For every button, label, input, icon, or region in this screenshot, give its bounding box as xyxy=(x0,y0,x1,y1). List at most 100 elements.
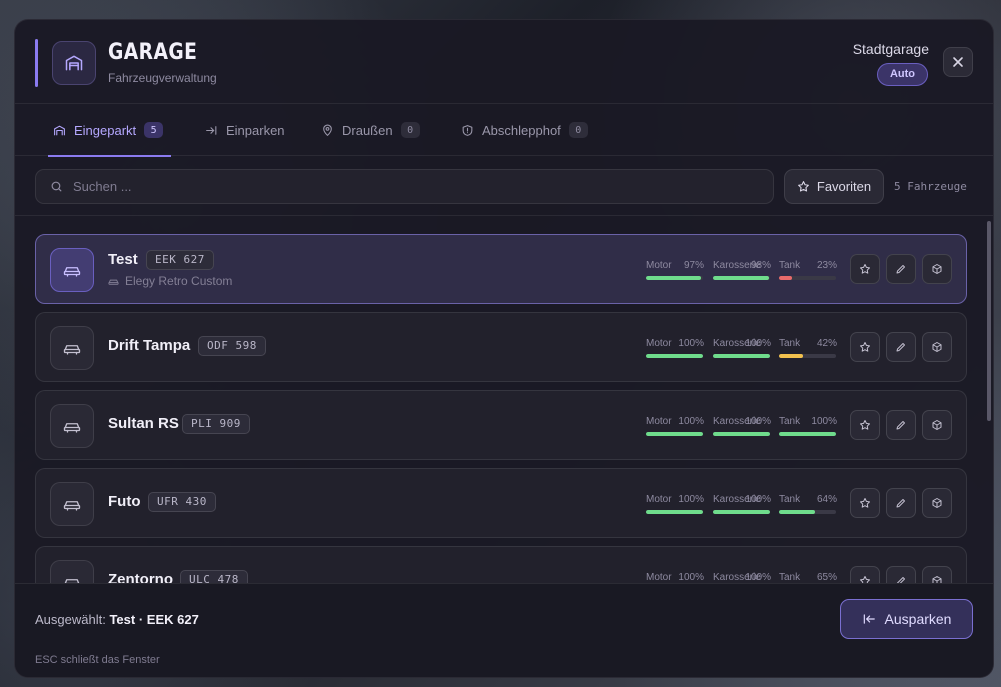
tab-draussen[interactable]: Draußen 0 xyxy=(321,104,420,156)
star-icon xyxy=(860,498,870,508)
favorites-button[interactable]: Favoriten xyxy=(784,169,884,204)
car-icon xyxy=(50,404,94,448)
vehicle-name: Sultan RS xyxy=(108,415,179,432)
car-icon xyxy=(50,326,94,370)
accent-bar xyxy=(35,39,38,87)
unpark-icon xyxy=(863,614,875,624)
stat-bar xyxy=(646,276,703,280)
details-button[interactable] xyxy=(922,566,952,583)
keyboard-hint: ESC schließt das Fenster xyxy=(35,654,160,666)
license-plate: UFR 430 xyxy=(148,492,216,512)
stat-bar xyxy=(713,276,770,280)
stat-tank: Tank 100% xyxy=(779,391,837,461)
garage-name: Stadtgarage xyxy=(852,41,929,57)
rename-button[interactable] xyxy=(886,332,916,362)
vehicle-model-label: Elegy Retro Custom xyxy=(125,274,233,288)
tab-eingeparkt[interactable]: Eingeparkt 5 xyxy=(48,104,171,157)
vehicle-row[interactable]: Zentorno ULC 478 Motor 100% Karosserie 100% Ta… xyxy=(35,546,967,583)
stat-tank: Tank 23% xyxy=(779,235,837,305)
star-icon xyxy=(860,576,870,583)
stat-value: 98% xyxy=(750,260,771,271)
details-button[interactable] xyxy=(922,332,952,362)
unpark-button[interactable]: Ausparken xyxy=(840,599,973,639)
selection-summary: Ausgewählt: Test · EEK 627 xyxy=(35,612,199,627)
rename-button[interactable] xyxy=(886,566,916,583)
stat-value: 100% xyxy=(678,416,704,427)
favorite-button[interactable] xyxy=(850,332,880,362)
pencil-icon xyxy=(896,265,905,274)
tab-abschlepphof[interactable]: Abschlepphof 0 xyxy=(461,104,588,156)
search-input[interactable] xyxy=(73,179,753,194)
rename-button[interactable] xyxy=(886,488,916,518)
stat-value: 100% xyxy=(678,572,704,583)
stat-tank: Tank 42% xyxy=(779,313,837,383)
filter-bar: Favoriten 5 Fahrzeuge xyxy=(15,156,993,216)
stat-label: Motor xyxy=(646,260,672,271)
rename-button[interactable] xyxy=(886,254,916,284)
stat-label: Motor xyxy=(646,416,672,427)
car-icon xyxy=(50,560,94,583)
page-subtitle: Fahrzeugverwaltung xyxy=(108,71,217,85)
stat-value: 100% xyxy=(678,494,704,505)
stat-bar xyxy=(646,354,703,358)
stat-motor: Motor 100% xyxy=(646,547,704,583)
vehicle-list: Test EEK 627 Elegy Retro Custom Motor 97% Kar… xyxy=(15,217,993,583)
stat-label: Motor xyxy=(646,572,672,583)
stat-bar xyxy=(646,432,703,436)
stat-label: Tank xyxy=(779,494,801,505)
map-pin-icon xyxy=(323,124,332,136)
stat-bar-fill xyxy=(779,510,816,514)
stat-body: Karosserie 100% xyxy=(713,313,771,383)
stat-bar-fill xyxy=(646,510,703,514)
stat-value: 42% xyxy=(816,338,837,349)
stat-bar-fill xyxy=(646,354,703,358)
details-button[interactable] xyxy=(922,488,952,518)
vehicle-name: Futo xyxy=(108,493,141,510)
stat-bar xyxy=(646,510,703,514)
stat-label: Tank xyxy=(779,260,801,271)
scrollbar-thumb[interactable] xyxy=(987,221,991,421)
box-icon xyxy=(932,576,942,583)
favorite-button[interactable] xyxy=(850,566,880,583)
favorite-button[interactable] xyxy=(850,410,880,440)
stat-bar xyxy=(713,510,770,514)
close-icon xyxy=(953,57,963,67)
stat-tank: Tank 65% xyxy=(779,547,837,583)
stat-value: 23% xyxy=(816,260,837,271)
vehicle-row[interactable]: Drift Tampa ODF 598 Motor 100% Karosserie 100… xyxy=(35,312,967,382)
details-button[interactable] xyxy=(922,410,952,440)
garage-window: GARAGE Fahrzeugverwaltung Stadtgarage Au… xyxy=(14,19,994,678)
stat-motor: Motor 100% xyxy=(646,391,704,461)
star-icon xyxy=(860,264,870,274)
rename-button[interactable] xyxy=(886,410,916,440)
stat-label: Motor xyxy=(646,338,672,349)
vehicle-name: Zentorno xyxy=(108,571,173,583)
window-footer: Ausgewählt: Test · EEK 627 ESC schließt … xyxy=(15,583,993,677)
scrollbar[interactable] xyxy=(987,217,991,583)
stat-bar-fill xyxy=(646,276,702,280)
vehicle-row[interactable]: Sultan RS PLI 909 Motor 100% Karosserie 100% T… xyxy=(35,390,967,460)
stat-label: Tank xyxy=(779,416,801,427)
favorite-button[interactable] xyxy=(850,254,880,284)
stat-bar xyxy=(779,354,836,358)
license-plate: ODF 598 xyxy=(198,336,266,356)
garage-icon xyxy=(52,41,96,85)
car-icon xyxy=(50,482,94,526)
license-plate: PLI 909 xyxy=(182,414,250,434)
license-plate: ULC 478 xyxy=(180,570,248,583)
stat-label: Tank xyxy=(779,338,801,349)
stat-bar xyxy=(713,432,770,436)
vehicle-row[interactable]: Test EEK 627 Elegy Retro Custom Motor 97% Kar… xyxy=(35,234,967,304)
stat-value: 100% xyxy=(745,416,771,427)
pencil-icon xyxy=(896,499,905,508)
close-button[interactable] xyxy=(943,47,973,77)
license-plate: EEK 627 xyxy=(146,250,214,270)
favorite-button[interactable] xyxy=(850,488,880,518)
details-button[interactable] xyxy=(922,254,952,284)
star-icon xyxy=(797,181,809,192)
pencil-icon xyxy=(896,577,905,583)
tab-label: Eingeparkt xyxy=(74,122,137,138)
tab-einparken[interactable]: Einparken xyxy=(205,104,285,156)
stat-label: Motor xyxy=(646,494,672,505)
vehicle-row[interactable]: Futo UFR 430 Motor 100% Karosserie 100% Tank 64… xyxy=(35,468,967,538)
